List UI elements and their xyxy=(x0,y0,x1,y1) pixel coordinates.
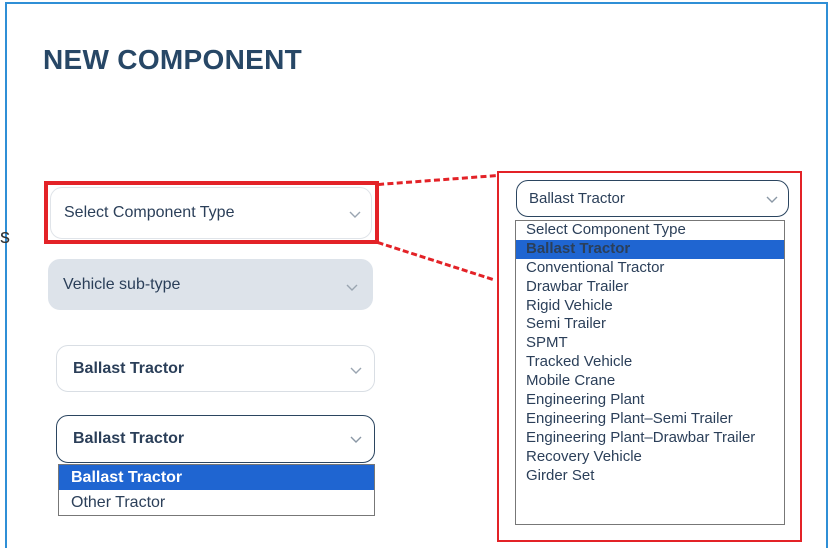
component-option[interactable]: Recovery Vehicle xyxy=(516,448,784,467)
component-option[interactable]: Ballast Tractor xyxy=(516,239,784,259)
component-type-value: Ballast Tractor xyxy=(529,190,625,207)
chevron-down-icon xyxy=(766,196,778,208)
component-option[interactable]: SPMT xyxy=(516,334,784,353)
tractor-option[interactable]: Ballast Tractor xyxy=(59,465,374,490)
component-option[interactable]: Semi Trailer xyxy=(516,315,784,334)
tractor-type-select-closed[interactable]: Ballast Tractor xyxy=(56,345,375,392)
component-option[interactable]: Tracked Vehicle xyxy=(516,353,784,372)
vehicle-subtype-placeholder: Vehicle sub-type xyxy=(63,275,181,293)
component-option[interactable]: Conventional Tractor xyxy=(516,259,784,278)
chevron-down-icon xyxy=(346,284,358,296)
component-option[interactable]: Drawbar Trailer xyxy=(516,278,784,297)
component-type-select-open[interactable]: Ballast Tractor xyxy=(516,180,789,217)
component-option[interactable]: Engineering Plant xyxy=(516,391,784,410)
tractor-option[interactable]: Other Tractor xyxy=(59,490,374,515)
component-option[interactable]: Engineering Plant–Semi Trailer xyxy=(516,410,784,429)
vehicle-subtype-select: Vehicle sub-type xyxy=(48,259,373,310)
chevron-down-icon xyxy=(350,436,362,448)
highlight-box xyxy=(44,181,379,244)
component-option[interactable]: Mobile Crane xyxy=(516,372,784,391)
component-type-options: Select Component Type Ballast Tractor Co… xyxy=(515,220,785,525)
chevron-down-icon xyxy=(350,367,362,379)
tractor-type-value: Ballast Tractor xyxy=(73,430,185,447)
cropped-text: s xyxy=(0,226,10,248)
tractor-type-options: Ballast Tractor Other Tractor xyxy=(58,464,375,516)
tractor-type-select-open[interactable]: Ballast Tractor xyxy=(56,415,375,463)
component-option[interactable]: Girder Set xyxy=(516,467,784,486)
component-option[interactable]: Rigid Vehicle xyxy=(516,297,784,316)
tractor-type-value: Ballast Tractor xyxy=(73,359,185,377)
page-title: NEW COMPONENT xyxy=(43,44,303,75)
component-option[interactable]: Engineering Plant–Drawbar Trailer xyxy=(516,429,784,448)
component-option[interactable]: Select Component Type xyxy=(516,221,784,240)
